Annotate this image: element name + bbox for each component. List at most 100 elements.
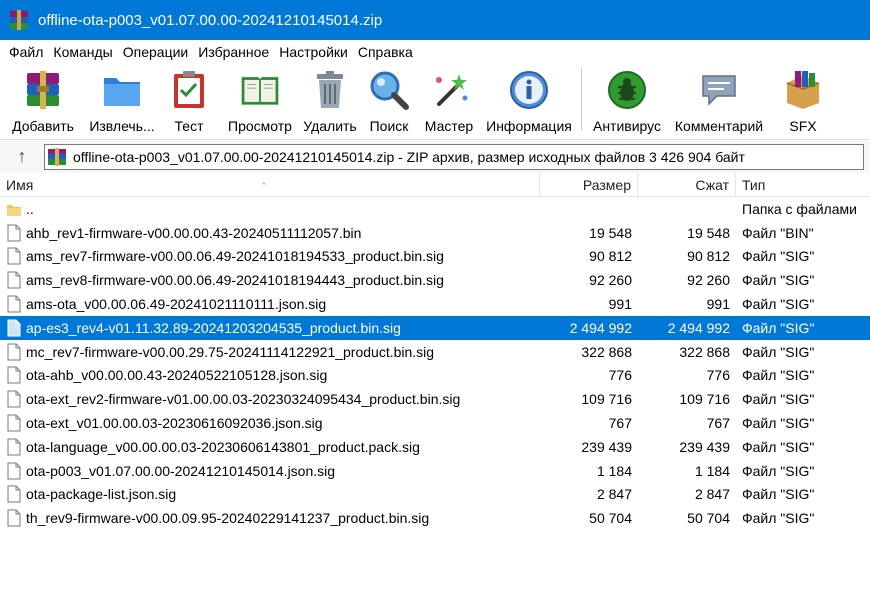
delete-icon (317, 71, 343, 108)
file-row[interactable]: mc_rev7-firmware-v00.00.29.75-2024111412… (0, 340, 870, 364)
title-bar[interactable]: offline-ota-p003_v01.07.00.00-2024121014… (0, 0, 870, 40)
find-button[interactable]: Поиск (360, 64, 418, 136)
file-name-cell: ota-p003_v01.07.00.00-20241210145014.jso… (0, 462, 540, 480)
file-row[interactable]: ota-package-list.json.sig 2 847 2 847 Файл … (0, 483, 870, 507)
file-row[interactable]: th_rev9-firmware-v00.00.09.95-2024022914… (0, 506, 870, 530)
file-name: ota-ext_rev2-firmware-v01.00.00.03-20230… (26, 391, 461, 408)
file-row[interactable]: ota-ahb_v00.00.00.43-20240522105128.json… (0, 364, 870, 388)
toolbar: Добавить Извлечь... Тест Просмотр Удалит… (0, 64, 870, 136)
column-type[interactable]: Тип (736, 173, 870, 197)
file-name: ota-p003_v01.07.00.00-20241210145014.jso… (26, 462, 336, 479)
address-field[interactable]: offline-ota-p003_v01.07.00.00-2024121014… (44, 143, 864, 170)
file-icon (7, 390, 21, 408)
file-row[interactable]: ota-ext_rev2-firmware-v01.00.00.03-20230… (0, 387, 870, 411)
file-size: 776 (608, 367, 632, 384)
sort-ascending-icon: ‸ (262, 172, 266, 185)
file-packed-size: 109 716 (679, 391, 730, 408)
column-packed[interactable]: Сжат (638, 172, 736, 197)
file-row[interactable]: ams_rev8-firmware-v00.00.06.49-202410181… (0, 268, 870, 292)
view-button[interactable]: Просмотр (220, 64, 300, 136)
menu-operations[interactable]: Операции (118, 41, 194, 63)
address-bar: ↑ offline-ota-p003_v01.07.00.00-20241210… (0, 139, 870, 173)
find-label: Поиск (369, 118, 409, 134)
view-label: Просмотр (228, 118, 292, 134)
test-button[interactable]: Тест (158, 64, 220, 136)
file-name: ota-package-list.json.sig (26, 486, 177, 503)
info-button[interactable]: Информация (480, 64, 578, 136)
view-icon (241, 77, 279, 105)
file-icon (7, 414, 21, 432)
menu-help[interactable]: Справка (353, 41, 418, 63)
file-packed-size: 19 548 (687, 224, 730, 241)
file-packed-size: 90 812 (687, 248, 730, 265)
file-row[interactable]: ahb_rev1-firmware-v00.00.00.43-202405111… (0, 221, 870, 245)
extract-button[interactable]: Извлечь... (86, 64, 158, 136)
add-button[interactable]: Добавить (0, 64, 86, 136)
file-row[interactable]: ams-ota_v00.00.06.49-20241021110111.json… (0, 292, 870, 316)
column-name[interactable]: Имя ‸ (0, 172, 540, 197)
file-name: ams_rev7-firmware-v00.00.06.49-202410181… (26, 248, 444, 265)
folder-icon (7, 204, 21, 216)
file-row[interactable]: .. Папка с файлами (0, 197, 870, 221)
file-type: Файл "SIG" (742, 296, 815, 313)
file-type: Папка с файлами (742, 200, 857, 217)
file-icon (7, 485, 21, 503)
wizard-button[interactable]: Мастер (418, 64, 480, 136)
antivirus-button[interactable]: Антивирус (585, 64, 669, 136)
file-type: Файл "SIG" (742, 462, 815, 479)
extract-label: Извлечь... (89, 118, 155, 134)
archive-icon (48, 147, 66, 166)
file-name-cell: ota-package-list.json.sig (0, 485, 540, 503)
file-name-cell: mc_rev7-firmware-v00.00.29.75-2024111412… (0, 343, 540, 361)
file-type: Файл "SIG" (742, 319, 815, 336)
wizard-icon (436, 74, 468, 106)
find-icon (370, 71, 409, 110)
file-name-cell: ams-ota_v00.00.06.49-20241021110111.json… (0, 295, 540, 313)
test-label: Тест (174, 118, 204, 134)
file-row[interactable]: ams_rev7-firmware-v00.00.06.49-202410181… (0, 245, 870, 269)
menu-commands[interactable]: Команды (48, 41, 117, 63)
file-name-cell: .. (0, 200, 540, 218)
file-size: 90 812 (589, 248, 632, 265)
comment-button[interactable]: Комментарий (669, 64, 769, 136)
file-type: Файл "BIN" (742, 224, 814, 241)
file-row[interactable]: ota-p003_v01.07.00.00-20241210145014.jso… (0, 459, 870, 483)
menu-favorites[interactable]: Избранное (193, 41, 274, 63)
file-packed-size: 92 260 (687, 272, 730, 289)
file-type: Файл "SIG" (742, 438, 815, 455)
up-folder-button[interactable]: ↑ (0, 140, 44, 174)
file-name: th_rev9-firmware-v00.00.09.95-2024022914… (26, 510, 430, 527)
file-row[interactable]: ota-language_v00.00.00.03-20230606143801… (0, 435, 870, 459)
menu-file[interactable]: Файл (4, 41, 48, 63)
file-name: ahb_rev1-firmware-v00.00.00.43-202405111… (26, 224, 362, 241)
sfx-button[interactable]: SFX (769, 64, 837, 136)
toolbar-separator (581, 68, 582, 130)
add-archive-icon (27, 71, 59, 109)
file-type: Файл "SIG" (742, 415, 815, 432)
file-size: 1 184 (596, 462, 632, 479)
file-row[interactable]: ota-ext_v01.00.00.03-20230616092036.json… (0, 411, 870, 435)
menu-settings[interactable]: Настройки (274, 41, 353, 63)
file-icon (7, 271, 21, 289)
delete-label: Удалить (303, 118, 357, 134)
sfx-icon (786, 71, 820, 109)
file-name: ams-ota_v00.00.06.49-20241021110111.json… (26, 296, 327, 313)
info-icon (510, 71, 548, 109)
file-type: Файл "SIG" (742, 510, 815, 527)
file-row[interactable]: ap-es3_rev4-v01.11.32.89-20241203204535_… (0, 315, 870, 340)
file-icon (7, 295, 21, 313)
file-size: 322 868 (581, 343, 632, 360)
add-label: Добавить (12, 118, 74, 134)
file-name-cell: ams_rev7-firmware-v00.00.06.49-202410181… (0, 247, 540, 265)
file-size: 2 847 (596, 486, 632, 503)
file-size: 2 494 992 (569, 319, 632, 336)
file-name-cell: ahb_rev1-firmware-v00.00.00.43-202405111… (0, 224, 540, 242)
file-icon (7, 319, 21, 337)
delete-button[interactable]: Удалить (300, 64, 360, 136)
column-header: Имя ‸ Размер Сжат Тип (0, 172, 870, 197)
file-packed-size: 239 439 (679, 438, 730, 455)
column-size[interactable]: Размер (540, 172, 638, 197)
file-type: Файл "SIG" (742, 391, 815, 408)
winrar-app-icon[interactable] (8, 9, 30, 31)
file-name-cell: ota-ext_rev2-firmware-v01.00.00.03-20230… (0, 390, 540, 408)
